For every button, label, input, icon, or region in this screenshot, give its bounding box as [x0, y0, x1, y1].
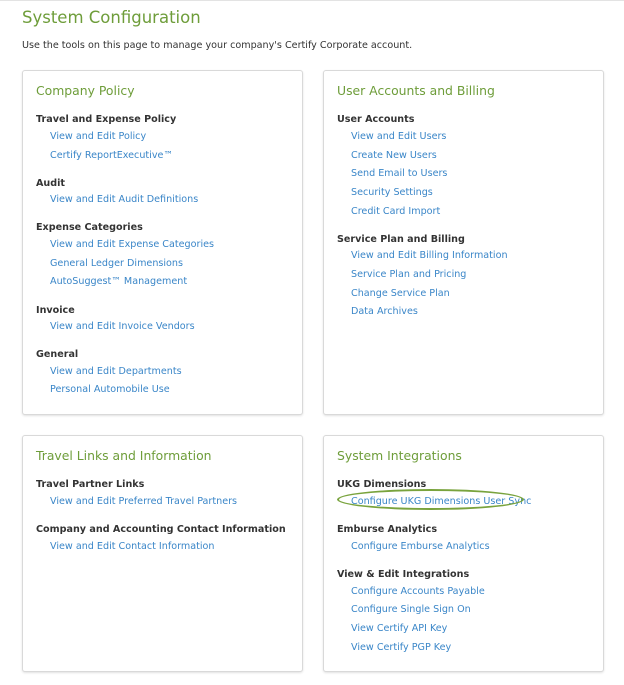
section-title-invoice: Invoice [36, 305, 75, 316]
link-credit-card-import[interactable]: Credit Card Import [351, 206, 440, 217]
link-view-edit-users[interactable]: View and Edit Users [351, 131, 446, 142]
link-send-email-to-users[interactable]: Send Email to Users [351, 168, 447, 179]
page-title: System Configuration [22, 8, 201, 27]
card-title: User Accounts and Billing [337, 83, 495, 98]
link-configure-accounts-payable[interactable]: Configure Accounts Payable [351, 586, 485, 597]
link-service-plan-pricing[interactable]: Service Plan and Pricing [351, 269, 466, 280]
card-title: Company Policy [36, 83, 135, 98]
section-title-audit: Audit [36, 178, 65, 189]
link-configure-ukg-dimensions-user-sync[interactable]: Configure UKG Dimensions User Sync [351, 496, 531, 507]
link-create-new-users[interactable]: Create New Users [351, 150, 437, 161]
section-title-travel-partner-links: Travel Partner Links [36, 479, 145, 490]
link-personal-automobile-use[interactable]: Personal Automobile Use [50, 384, 170, 395]
link-certify-reportexecutive[interactable]: Certify ReportExecutive™ [50, 150, 173, 161]
section-title-travel-expense-policy: Travel and Expense Policy [36, 114, 177, 125]
link-view-certify-pgp-key[interactable]: View Certify PGP Key [351, 642, 451, 653]
section-title-company-accounting-contact: Company and Accounting Contact Informati… [36, 524, 286, 535]
link-autosuggest-management[interactable]: AutoSuggest™ Management [50, 276, 187, 287]
section-title-user-accounts: User Accounts [337, 114, 415, 125]
link-general-ledger-dimensions[interactable]: General Ledger Dimensions [50, 258, 183, 269]
link-configure-single-sign-on[interactable]: Configure Single Sign On [351, 604, 471, 615]
section-title-view-edit-integrations: View & Edit Integrations [337, 569, 470, 580]
card-title: System Integrations [337, 448, 462, 463]
top-divider [0, 0, 624, 1]
link-view-edit-billing-information[interactable]: View and Edit Billing Information [351, 250, 508, 261]
system-integrations-card: System Integrations UKG Dimensions Confi… [323, 435, 604, 672]
link-view-edit-expense-categories[interactable]: View and Edit Expense Categories [50, 239, 214, 250]
page-description: Use the tools on this page to manage you… [22, 40, 413, 51]
section-title-service-plan-billing: Service Plan and Billing [337, 234, 465, 245]
link-data-archives[interactable]: Data Archives [351, 306, 418, 317]
section-title-ukg-dimensions: UKG Dimensions [337, 479, 427, 490]
link-configure-emburse-analytics[interactable]: Configure Emburse Analytics [351, 541, 490, 552]
link-view-edit-audit-definitions[interactable]: View and Edit Audit Definitions [50, 194, 198, 205]
link-view-edit-invoice-vendors[interactable]: View and Edit Invoice Vendors [50, 321, 195, 332]
link-view-edit-departments[interactable]: View and Edit Departments [50, 366, 182, 377]
link-view-certify-api-key[interactable]: View Certify API Key [351, 623, 447, 634]
card-title: Travel Links and Information [36, 448, 212, 463]
link-change-service-plan[interactable]: Change Service Plan [351, 288, 450, 299]
section-title-emburse-analytics: Emburse Analytics [337, 524, 438, 535]
link-view-edit-preferred-travel-partners[interactable]: View and Edit Preferred Travel Partners [50, 496, 237, 507]
company-policy-card: Company Policy Travel and Expense Policy… [22, 70, 303, 415]
link-security-settings[interactable]: Security Settings [351, 187, 433, 198]
section-title-general: General [36, 349, 79, 360]
link-view-edit-policy[interactable]: View and Edit Policy [50, 131, 146, 142]
link-view-edit-contact-information[interactable]: View and Edit Contact Information [50, 541, 214, 552]
user-accounts-billing-card: User Accounts and Billing User Accounts … [323, 70, 604, 415]
travel-links-card: Travel Links and Information Travel Part… [22, 435, 303, 672]
section-title-expense-categories: Expense Categories [36, 222, 143, 233]
